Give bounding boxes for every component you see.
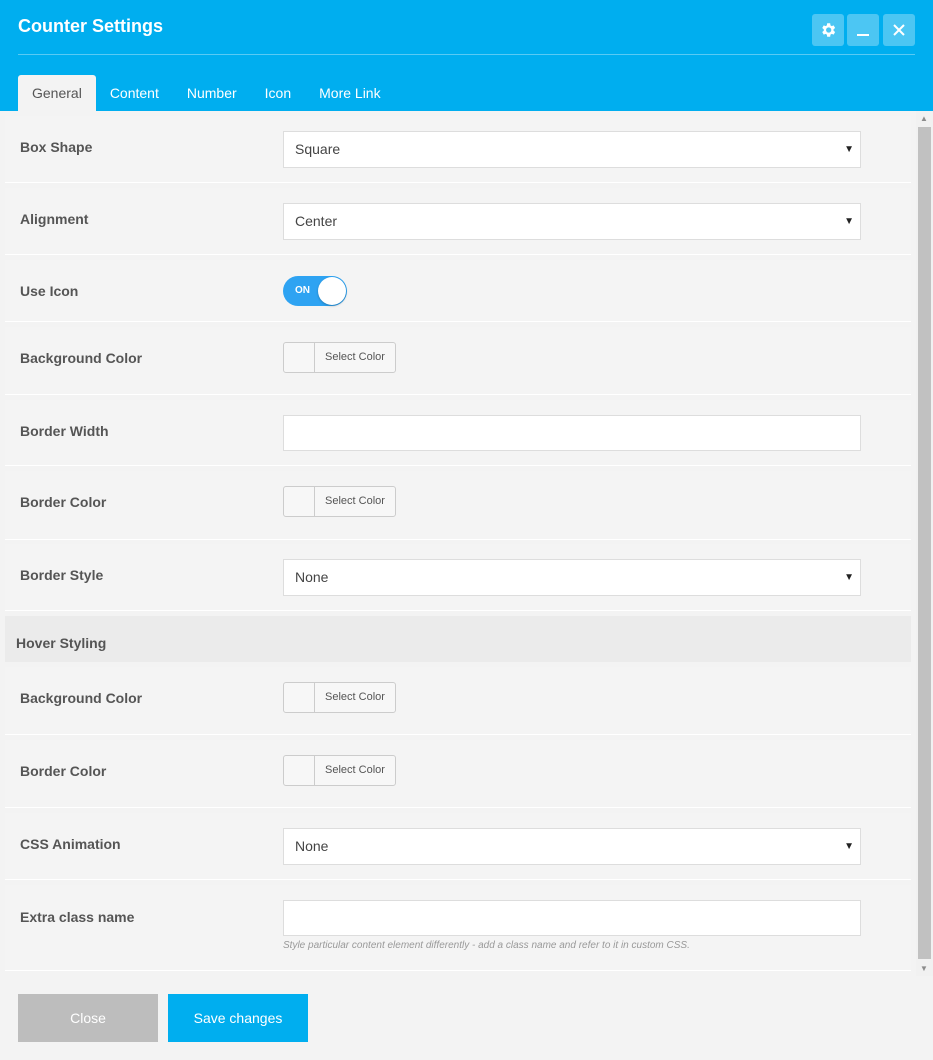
tab-icon[interactable]: Icon <box>251 75 305 111</box>
scroll-up-arrow-icon[interactable]: ▲ <box>920 114 928 123</box>
settings-button[interactable] <box>812 14 844 46</box>
section-title: Hover Styling <box>16 635 107 651</box>
tab-number[interactable]: Number <box>173 75 251 111</box>
extra-class-help-text: Style particular content element differe… <box>283 940 690 951</box>
tab-bar: General Content Number Icon More Link <box>18 75 395 111</box>
color-swatch <box>284 343 315 372</box>
use-icon-row: Use Icon ON <box>5 260 911 322</box>
background-color-row: Background Color Select Color <box>5 327 911 395</box>
toggle-state: ON <box>295 285 310 296</box>
save-changes-button[interactable]: Save changes <box>168 994 308 1042</box>
tab-general[interactable]: General <box>18 75 96 111</box>
background-color-label: Background Color <box>20 350 143 366</box>
box-shape-label: Box Shape <box>20 139 93 155</box>
alignment-value: Center <box>295 213 338 229</box>
css-animation-select[interactable]: None ▼ <box>283 828 861 865</box>
gear-icon <box>822 23 836 37</box>
dropdown-arrow-icon: ▼ <box>844 572 854 583</box>
minimize-button[interactable] <box>847 14 879 46</box>
box-shape-select[interactable]: Square ▼ <box>283 131 861 168</box>
settings-panel: Box Shape Square ▼ Alignment Center ▼ Us… <box>0 111 916 976</box>
select-color-label: Select Color <box>325 764 385 776</box>
css-animation-value: None <box>295 838 329 854</box>
tab-more-link[interactable]: More Link <box>305 75 394 111</box>
close-button[interactable]: Close <box>18 994 158 1042</box>
hover-background-color-label: Background Color <box>20 690 143 706</box>
hover-background-color-row: Background Color Select Color <box>5 667 911 735</box>
extra-class-label: Extra class name <box>20 909 135 925</box>
background-color-picker[interactable]: Select Color <box>283 342 396 373</box>
border-width-label: Border Width <box>20 423 109 439</box>
dialog-title: Counter Settings <box>18 16 164 36</box>
tab-content[interactable]: Content <box>96 75 173 111</box>
close-icon <box>893 24 905 36</box>
use-icon-label: Use Icon <box>20 283 79 299</box>
border-color-label: Border Color <box>20 494 107 510</box>
hover-background-color-picker[interactable]: Select Color <box>283 682 396 713</box>
css-animation-label: CSS Animation <box>20 836 121 852</box>
box-shape-value: Square <box>295 141 341 157</box>
alignment-select[interactable]: Center ▼ <box>283 203 861 240</box>
scrollbar[interactable]: ▲ ▼ <box>916 111 933 976</box>
dropdown-arrow-icon: ▼ <box>844 841 854 852</box>
scrollbar-thumb[interactable] <box>918 127 931 959</box>
hover-border-color-label: Border Color <box>20 763 107 779</box>
hover-styling-section: Hover Styling <box>5 616 911 662</box>
extra-class-row: Extra class name Style particular conten… <box>5 885 911 971</box>
border-width-row: Border Width <box>5 400 911 466</box>
border-color-picker[interactable]: Select Color <box>283 486 396 517</box>
hover-border-color-picker[interactable]: Select Color <box>283 755 396 786</box>
border-style-value: None <box>295 569 329 585</box>
hover-border-color-row: Border Color Select Color <box>5 740 911 808</box>
alignment-row: Alignment Center ▼ <box>5 188 911 255</box>
dialog-header: Counter Settings General Content Number … <box>0 0 933 111</box>
border-width-input[interactable] <box>283 415 861 451</box>
dialog-footer: Close Save changes <box>0 976 933 1060</box>
select-color-label: Select Color <box>325 691 385 703</box>
border-style-select[interactable]: None ▼ <box>283 559 861 596</box>
alignment-label: Alignment <box>20 211 89 227</box>
close-dialog-button[interactable] <box>883 14 915 46</box>
border-style-row: Border Style None ▼ <box>5 544 911 611</box>
box-shape-row: Box Shape Square ▼ <box>5 116 911 183</box>
color-swatch <box>284 756 315 785</box>
border-color-row: Border Color Select Color <box>5 471 911 540</box>
select-color-label: Select Color <box>325 351 385 363</box>
extra-class-input[interactable] <box>283 900 861 936</box>
scroll-down-arrow-icon[interactable]: ▼ <box>920 964 928 973</box>
dropdown-arrow-icon: ▼ <box>844 144 854 155</box>
color-swatch <box>284 487 315 516</box>
use-icon-toggle[interactable]: ON <box>283 276 347 306</box>
css-animation-row: CSS Animation None ▼ <box>5 813 911 880</box>
color-swatch <box>284 683 315 712</box>
minimize-icon <box>857 34 869 36</box>
dropdown-arrow-icon: ▼ <box>844 216 854 227</box>
border-style-label: Border Style <box>20 567 104 583</box>
select-color-label: Select Color <box>325 495 385 507</box>
header-divider <box>18 54 915 55</box>
toggle-knob <box>318 277 346 305</box>
